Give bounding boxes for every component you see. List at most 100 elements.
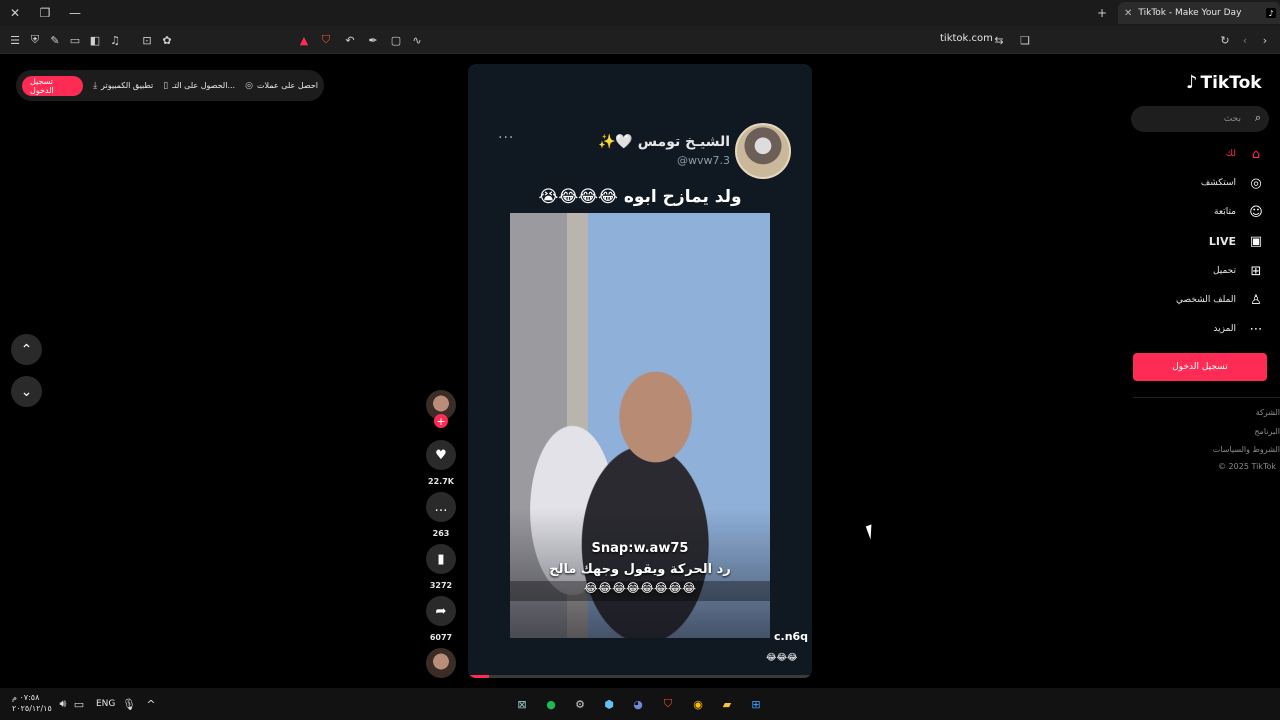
video-card[interactable]: الشيـخ تومس 🤍✨ @wvw7.3 ··· ولد يمازح ابو…: [468, 64, 812, 678]
file-explorer-icon[interactable]: ▰: [717, 694, 737, 714]
sidebar-login-button[interactable]: تسجيل الدخول: [1133, 353, 1267, 381]
window-icon[interactable]: ▭: [68, 33, 82, 47]
coin-icon: ◎: [245, 80, 253, 91]
nav-live[interactable]: LIVE ▣: [1209, 233, 1264, 249]
chrome-app-icon[interactable]: ◉: [688, 694, 708, 714]
minimize-window-icon[interactable]: —: [66, 4, 84, 22]
home-icon: ⌂: [1251, 146, 1261, 162]
address-bar[interactable]: tiktok.com: [940, 33, 993, 44]
video-player[interactable]: Snap:w.aw75 رد الحركة ويقول وجهك مالح 😂😂…: [510, 213, 770, 638]
xbox-app-icon[interactable]: ⊠: [512, 694, 532, 714]
video-progress-bar[interactable]: [468, 675, 812, 678]
volume-icon[interactable]: 🔊︎: [56, 697, 70, 711]
desktop-app-link[interactable]: ⤓ تطبيق الكمبيوتر: [93, 81, 153, 91]
comment-icon[interactable]: …: [426, 492, 456, 522]
brave-app-icon[interactable]: ⛉: [658, 694, 678, 714]
discord-app-icon[interactable]: ◕: [628, 694, 648, 714]
microphone-icon[interactable]: 🎙︎: [122, 697, 136, 711]
browser-tab[interactable]: ✕ TikTok - Make Your Day ♪: [1118, 2, 1280, 24]
menu-icon[interactable]: ☰: [8, 33, 22, 47]
steam-app-icon[interactable]: ⬢: [599, 694, 619, 714]
chevron-up-icon: ⌃: [20, 341, 33, 358]
like-count: 22.7K: [428, 477, 454, 486]
search-input[interactable]: [1141, 111, 1241, 127]
search-box[interactable]: ⌕: [1131, 106, 1269, 132]
device-icon[interactable]: ▢: [389, 33, 403, 47]
following-icon: ☺: [1249, 204, 1263, 220]
comment-action[interactable]: … 263: [424, 492, 458, 538]
overlay-caption-text: رد الحركة ويقول وجهك مالح: [549, 562, 731, 577]
game-app-icon[interactable]: ⚙: [570, 694, 590, 714]
nav-label: تحميل: [1212, 266, 1236, 276]
shield-icon[interactable]: ⛨: [28, 33, 42, 47]
site-settings-icon[interactable]: ⇆: [992, 33, 1006, 47]
undo-icon[interactable]: ↶: [343, 33, 357, 47]
bookmark-icon[interactable]: ❏: [1018, 33, 1032, 47]
close-window-icon[interactable]: ✕: [6, 4, 24, 22]
restore-window-icon[interactable]: ❐: [36, 4, 54, 22]
profile-icon: ♙: [1250, 292, 1262, 308]
author-avatar[interactable]: [735, 123, 791, 179]
video-progress-fill: [468, 675, 489, 678]
footer-program[interactable]: البرنامج: [1254, 427, 1280, 436]
video-watermark: c.n6q: [774, 630, 809, 643]
previous-video-button[interactable]: ⌃: [11, 334, 42, 365]
tray-time[interactable]: ٠٧:٥٨ م: [12, 693, 39, 702]
footer-company[interactable]: الشركة: [1256, 408, 1280, 417]
nav-following[interactable]: متابَعة ☺: [1214, 204, 1264, 220]
scribble-icon[interactable]: ∿: [410, 33, 424, 47]
extensions-icon[interactable]: ✿: [160, 33, 174, 47]
like-action[interactable]: ♥ 22.7K: [424, 440, 458, 486]
network-icon[interactable]: ▭: [72, 697, 86, 711]
footer-terms[interactable]: الشروط والسياسات: [1213, 445, 1280, 454]
nav-more[interactable]: المزيد ⋯: [1213, 321, 1264, 337]
next-video-button[interactable]: ⌄: [11, 376, 42, 407]
chevron-down-icon: ⌄: [20, 383, 33, 400]
tray-language[interactable]: ENG: [96, 699, 115, 709]
tab-close-icon[interactable]: ✕: [1124, 8, 1132, 19]
author-name[interactable]: الشيـخ تومس 🤍✨: [598, 134, 730, 150]
nav-explore[interactable]: استكشف ◎: [1201, 175, 1264, 191]
nav-upload[interactable]: تحميل ⊞: [1213, 263, 1264, 279]
bookmark-save-icon[interactable]: ▮: [426, 544, 456, 574]
taskbar: ٠٧:٥٨ م ٢٠٢٥/١٢/١٥ 🔊︎ ▭ ENG 🎙︎ ^ ⊠ ● ⚙ ⬢…: [0, 688, 1280, 720]
get-app-link[interactable]: ▯ الحصول على التـ...: [163, 81, 235, 91]
pen-icon[interactable]: ✒: [366, 33, 380, 47]
search-icon[interactable]: ⌕: [1255, 111, 1261, 125]
tray-date[interactable]: ٢٠٢٥/١٢/١٥: [12, 704, 52, 713]
more-options-icon[interactable]: ···: [498, 130, 514, 146]
brave-rewards-icon[interactable]: ▲: [297, 33, 311, 47]
sound-disc-avatar[interactable]: [426, 648, 456, 678]
reload-icon[interactable]: ↻: [1218, 33, 1232, 47]
heart-icon[interactable]: ♥: [426, 440, 456, 470]
new-tab-icon[interactable]: +: [1093, 4, 1111, 22]
windows-start-icon[interactable]: ⊞: [746, 694, 766, 714]
author-handle[interactable]: @wvw7.3: [677, 154, 730, 167]
get-coins-link[interactable]: ◎ احصل على عملات: [245, 81, 318, 91]
brush-icon[interactable]: ✎: [48, 33, 62, 47]
tiktok-favicon-icon: ♪: [1266, 8, 1276, 18]
tiktok-logo[interactable]: ♪ TikTok: [1186, 72, 1262, 93]
get-app-label: الحصول على التـ...: [172, 81, 236, 90]
nav-for-you[interactable]: لك ⌂: [1226, 146, 1264, 162]
nav-label: LIVE: [1208, 234, 1236, 248]
compass-icon: ◎: [1250, 175, 1262, 191]
save-action[interactable]: ▮ 3272: [424, 544, 458, 590]
sidebar-icon[interactable]: ◧: [88, 33, 102, 47]
tiktok-note-icon: ♪: [1186, 72, 1198, 93]
nav-profile[interactable]: الملف الشخصي ♙: [1176, 292, 1264, 308]
screenshot-icon[interactable]: ⊡: [140, 33, 154, 47]
tray-expand-icon[interactable]: ^: [144, 697, 158, 711]
get-coins-label: احصل على عملات: [256, 81, 318, 90]
follow-plus-icon[interactable]: +: [434, 414, 448, 428]
share-icon[interactable]: ➦: [426, 596, 456, 626]
music-icon[interactable]: ♫: [108, 33, 122, 47]
brave-shield-icon[interactable]: ⛉: [319, 33, 333, 47]
nav-label: استكشف: [1200, 178, 1236, 188]
back-icon[interactable]: ‹: [1238, 33, 1252, 47]
top-signin-button[interactable]: تسجيل الدخول: [22, 75, 84, 96]
forward-icon[interactable]: ›: [1258, 33, 1272, 47]
bottom-emoji-text: 😂😂😂: [766, 653, 798, 663]
spotify-app-icon[interactable]: ●: [541, 694, 561, 714]
share-action[interactable]: ➦ 6077: [424, 596, 458, 642]
